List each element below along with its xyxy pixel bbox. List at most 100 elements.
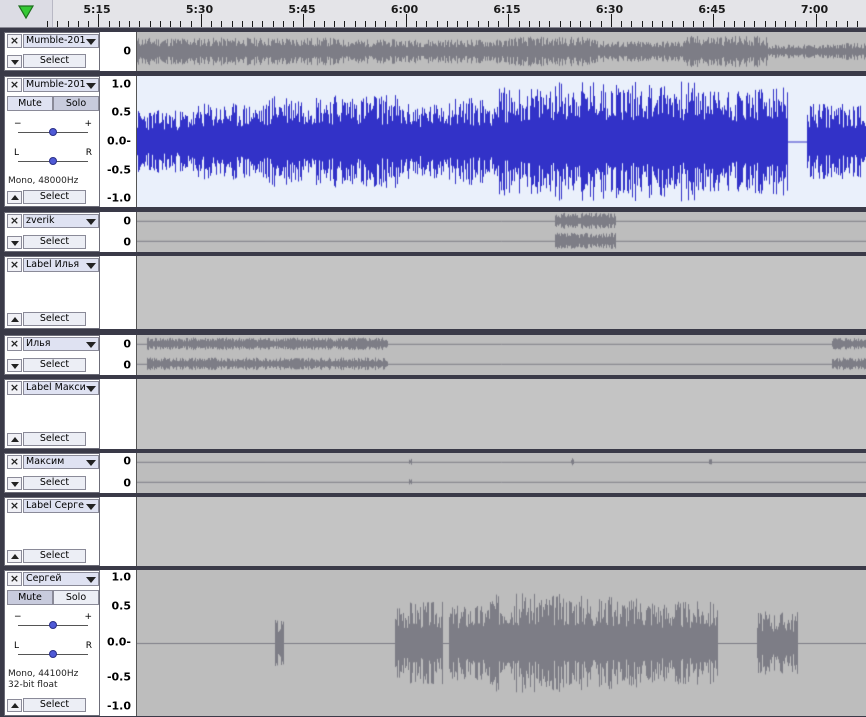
expand-down-icon xyxy=(11,241,19,246)
collapse-track-button[interactable] xyxy=(7,359,22,372)
label-area[interactable] xyxy=(137,497,866,566)
select-track-button[interactable]: Select xyxy=(23,358,86,372)
track-ilya: × Илья Select 0 0 xyxy=(0,334,866,376)
track-name-menu[interactable]: Mumble-201 xyxy=(23,34,99,48)
ruler-label: -1.0 xyxy=(106,191,131,205)
pan-left-label: L xyxy=(14,641,20,651)
track-name-menu[interactable]: Илья xyxy=(23,337,99,351)
gain-max-label: + xyxy=(84,119,92,129)
select-track-button[interactable]: Select xyxy=(23,54,86,68)
track-name-menu[interactable]: Label Макси xyxy=(23,381,99,395)
collapse-track-button[interactable] xyxy=(7,699,22,712)
gain-min-label: − xyxy=(14,612,22,622)
track-name-menu[interactable]: Максим xyxy=(23,455,99,469)
timeline-ruler[interactable]: 5:15 5:30 5:45 6:00 6:15 6:30 6:45 7:00 xyxy=(0,0,866,28)
track-format-info: Mono, 48000Hz xyxy=(8,176,79,186)
play-head-indicator[interactable] xyxy=(0,0,53,27)
ruler-label: 0.5 xyxy=(111,599,132,613)
waveform xyxy=(137,76,866,207)
ruler-label: 1.0 xyxy=(111,570,132,584)
track-control-panel: × zverik Select xyxy=(4,212,100,252)
collapse-track-button[interactable] xyxy=(7,236,22,249)
close-track-icon[interactable]: × xyxy=(7,337,22,351)
track-zverik: × zverik Select 0 0 xyxy=(0,211,866,253)
amplitude-ruler: 0 xyxy=(100,32,137,71)
expand-down-icon xyxy=(11,482,19,487)
mute-button[interactable]: Mute xyxy=(7,96,53,111)
collapse-track-button[interactable] xyxy=(7,55,22,68)
close-track-icon[interactable]: × xyxy=(7,499,22,513)
play-head-triangle-icon xyxy=(17,5,35,20)
gain-slider[interactable]: − + xyxy=(14,119,92,139)
select-track-button[interactable]: Select xyxy=(23,549,86,563)
track-control-panel: × Label Макси Select xyxy=(4,379,100,449)
select-track-button[interactable]: Select xyxy=(23,235,86,249)
track-name-menu[interactable]: Label Илья xyxy=(23,258,99,272)
gain-knob[interactable] xyxy=(49,128,57,136)
label-ruler xyxy=(100,497,137,566)
track-control-panel: × Илья Select xyxy=(4,335,100,375)
select-track-button[interactable]: Select xyxy=(23,476,86,490)
pan-slider[interactable]: L R xyxy=(14,641,92,661)
chevron-down-icon xyxy=(86,386,96,392)
collapse-track-button[interactable] xyxy=(7,313,22,326)
solo-button[interactable]: Solo xyxy=(53,590,99,605)
select-track-button[interactable]: Select xyxy=(23,698,86,712)
select-track-button[interactable]: Select xyxy=(23,312,86,326)
label-ruler xyxy=(100,379,137,449)
waveform-area[interactable] xyxy=(137,212,866,252)
pan-right-label: R xyxy=(85,641,92,651)
chevron-down-icon xyxy=(86,39,96,45)
amplitude-ruler: 1.0 0.5 0.0- -0.5 -1.0 xyxy=(100,570,137,716)
close-track-icon[interactable]: × xyxy=(7,455,22,469)
waveform xyxy=(137,453,866,493)
track-name-menu[interactable]: Label Серге xyxy=(23,499,99,513)
gain-knob[interactable] xyxy=(49,621,57,629)
waveform-area[interactable] xyxy=(137,32,866,71)
close-track-icon[interactable]: × xyxy=(7,572,22,586)
track-mumble-collapsed: × Mumble-201 Select 0 xyxy=(0,31,866,72)
track-mumble: × Mumble-201 Mute Solo − + L R Mono, 480… xyxy=(0,75,866,209)
chevron-down-icon xyxy=(86,219,96,225)
pan-slider[interactable]: L R xyxy=(14,148,92,168)
collapse-track-button[interactable] xyxy=(7,477,22,490)
chevron-down-icon xyxy=(86,342,96,348)
gain-max-label: + xyxy=(84,612,92,622)
waveform-area[interactable] xyxy=(137,570,866,716)
close-track-icon[interactable]: × xyxy=(7,214,22,228)
mute-button[interactable]: Mute xyxy=(7,590,53,605)
ruler-label: 0 xyxy=(123,454,131,468)
pan-knob[interactable] xyxy=(49,157,57,165)
waveform-area[interactable] xyxy=(137,453,866,493)
collapse-track-button[interactable] xyxy=(7,433,22,446)
select-track-button[interactable]: Select xyxy=(23,432,86,446)
track-control-panel: × Label Илья Select xyxy=(4,256,100,329)
gain-slider[interactable]: − + xyxy=(14,612,92,632)
waveform-area[interactable] xyxy=(137,335,866,375)
ruler-label: 0 xyxy=(123,44,131,58)
timeline-tick-label: 6:45 xyxy=(698,3,726,16)
track-control-panel: × Label Серге Select xyxy=(4,497,100,566)
close-track-icon[interactable]: × xyxy=(7,258,22,272)
timeline-tick-label: 7:00 xyxy=(800,3,829,16)
collapse-track-button[interactable] xyxy=(7,550,22,563)
track-name-menu[interactable]: Сергей xyxy=(23,572,99,586)
timeline-tick-label: 5:45 xyxy=(288,3,316,16)
collapse-up-icon xyxy=(11,554,19,559)
track-name-menu[interactable]: zverik xyxy=(23,214,99,228)
label-track-ilya: × Label Илья Select xyxy=(0,255,866,330)
solo-button[interactable]: Solo xyxy=(53,96,99,111)
pan-right-label: R xyxy=(85,148,92,158)
select-track-button[interactable]: Select xyxy=(23,190,86,204)
close-track-icon[interactable]: × xyxy=(7,381,22,395)
label-area[interactable] xyxy=(137,256,866,329)
close-track-icon[interactable]: × xyxy=(7,34,22,48)
ruler-label: 0.0- xyxy=(106,134,131,148)
track-name-menu[interactable]: Mumble-201 xyxy=(23,78,99,92)
chevron-down-icon xyxy=(86,460,96,466)
collapse-track-button[interactable] xyxy=(7,191,22,204)
waveform-area[interactable] xyxy=(137,76,866,207)
label-area[interactable] xyxy=(137,379,866,449)
pan-knob[interactable] xyxy=(49,650,57,658)
close-track-icon[interactable]: × xyxy=(7,78,22,92)
